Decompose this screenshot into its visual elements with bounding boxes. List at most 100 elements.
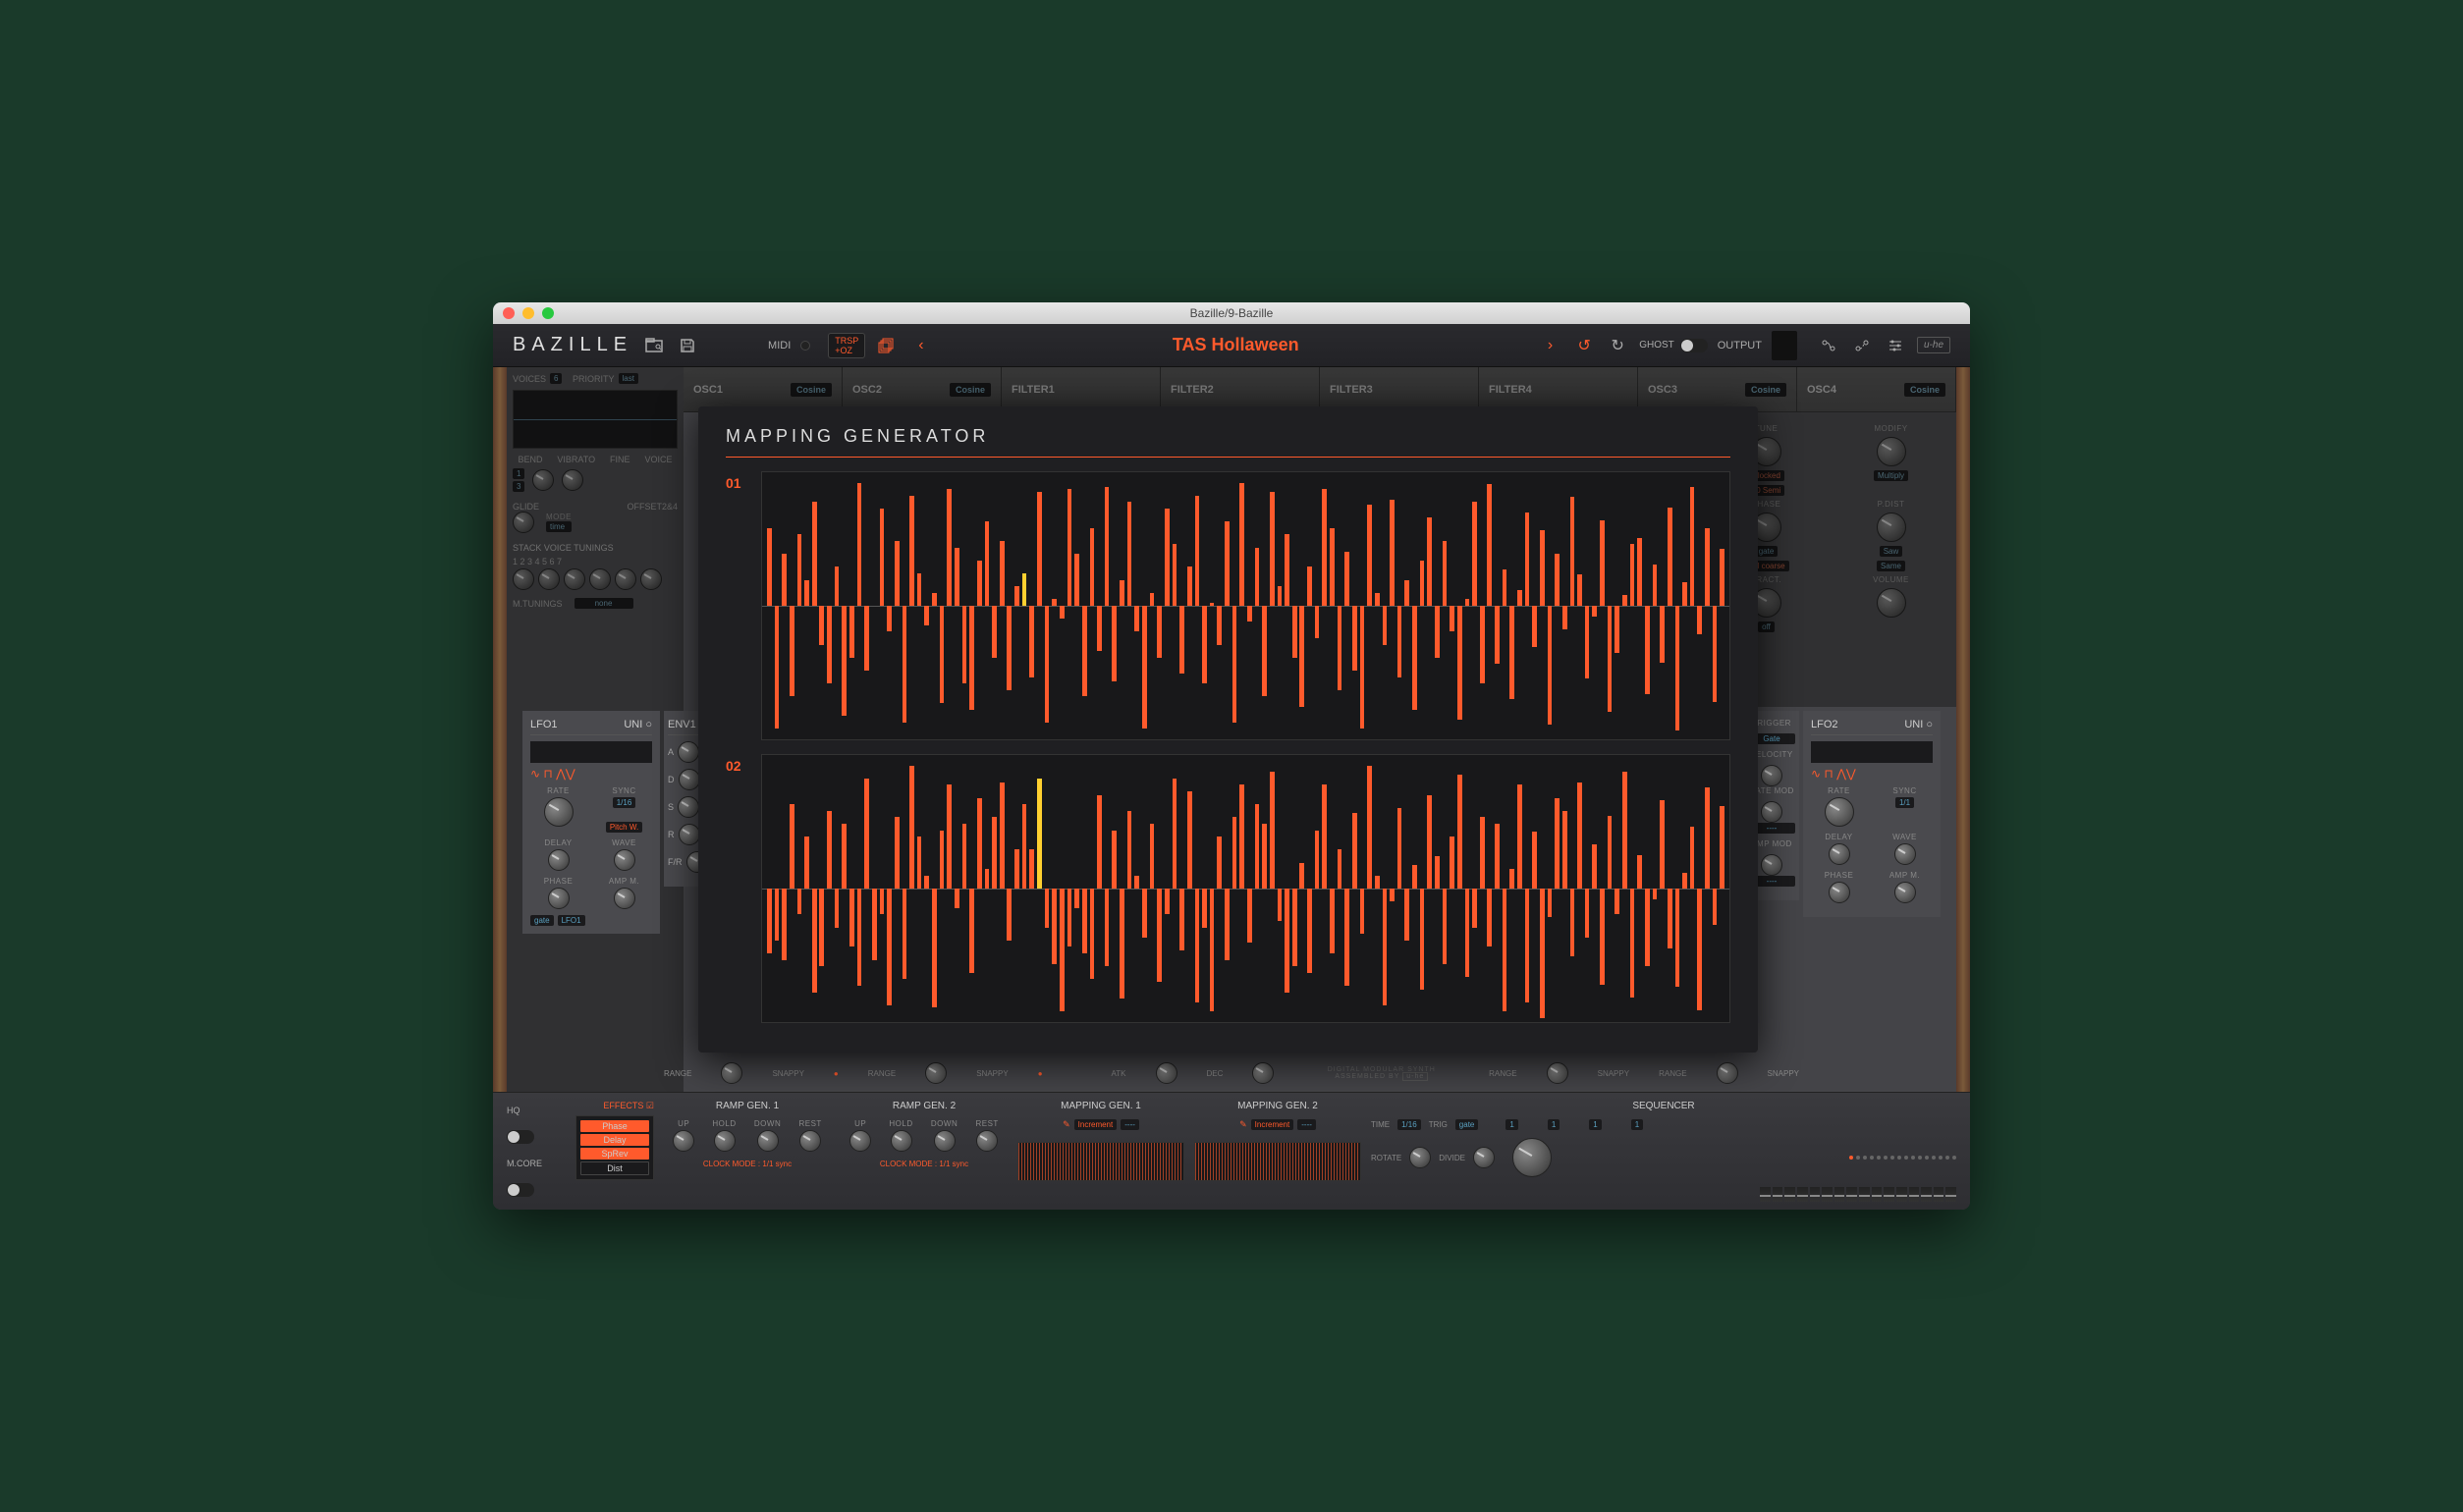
env-a-knob[interactable] xyxy=(678,741,699,763)
map-step[interactable] xyxy=(939,759,946,1018)
map-step[interactable] xyxy=(1232,759,1238,1018)
seq-rotate-knob[interactable] xyxy=(1409,1147,1431,1168)
seq-trig[interactable]: gate xyxy=(1455,1119,1479,1130)
close-window-button[interactable] xyxy=(503,307,515,319)
map-step[interactable] xyxy=(1126,476,1133,735)
map-step[interactable] xyxy=(908,759,915,1018)
map-step[interactable] xyxy=(954,759,960,1018)
map-step[interactable] xyxy=(1479,476,1486,735)
map-step[interactable] xyxy=(1059,759,1066,1018)
map-step[interactable] xyxy=(976,476,983,735)
ramp2-knobs-down[interactable] xyxy=(934,1130,956,1152)
map-step[interactable] xyxy=(1081,759,1088,1018)
map-step[interactable] xyxy=(946,759,953,1018)
map2-mode[interactable]: Increment xyxy=(1251,1119,1294,1130)
map-step[interactable] xyxy=(1449,476,1455,735)
map-step[interactable] xyxy=(1269,759,1276,1018)
map-step[interactable] xyxy=(923,759,930,1018)
map-step[interactable] xyxy=(976,759,983,1018)
ratemod-knob[interactable] xyxy=(1761,801,1782,823)
view-patch-icon[interactable] xyxy=(1817,334,1840,357)
map-step[interactable] xyxy=(1051,476,1058,735)
map-step[interactable] xyxy=(1337,759,1343,1018)
map-step[interactable] xyxy=(923,476,930,735)
map-step[interactable] xyxy=(1629,759,1636,1018)
map-step[interactable] xyxy=(1321,759,1328,1018)
map-step[interactable] xyxy=(1667,476,1673,735)
zoom-window-button[interactable] xyxy=(542,307,554,319)
map-step[interactable] xyxy=(834,759,841,1018)
preset-prev-button[interactable]: ‹ xyxy=(908,337,933,354)
map-step[interactable] xyxy=(1554,476,1560,735)
map-step[interactable] xyxy=(1704,476,1711,735)
map-step[interactable] xyxy=(1201,476,1208,735)
map-step[interactable] xyxy=(1007,759,1013,1018)
map-step[interactable] xyxy=(781,759,788,1018)
map-step[interactable] xyxy=(1141,476,1148,735)
map-step[interactable] xyxy=(1411,476,1418,735)
velocity-knob[interactable] xyxy=(1761,765,1782,786)
map-step[interactable] xyxy=(1419,759,1426,1018)
map-step[interactable] xyxy=(1141,759,1148,1018)
map-step[interactable] xyxy=(1044,476,1051,735)
map-step[interactable] xyxy=(1494,759,1501,1018)
map-step[interactable] xyxy=(1164,759,1171,1018)
map-step[interactable] xyxy=(841,476,848,735)
map-step[interactable] xyxy=(1614,476,1620,735)
map-step[interactable] xyxy=(1314,759,1321,1018)
map-step[interactable] xyxy=(796,476,803,735)
map-step[interactable] xyxy=(796,759,803,1018)
lfo2-wave-knob[interactable] xyxy=(1894,843,1916,865)
seq-sliders[interactable] xyxy=(1760,1187,1956,1202)
map-step[interactable] xyxy=(1059,476,1066,735)
map-step[interactable] xyxy=(1073,759,1080,1018)
map-step[interactable] xyxy=(1178,476,1185,735)
map-step[interactable] xyxy=(871,759,878,1018)
ramp2-knobs-up[interactable] xyxy=(849,1130,871,1152)
ramp2-clock[interactable]: 1/1 sync xyxy=(939,1160,968,1168)
seq-loop-count[interactable]: 1 xyxy=(1631,1119,1643,1130)
map-step[interactable] xyxy=(1396,476,1403,735)
osc-wave-select[interactable]: Cosine xyxy=(791,383,832,397)
map-step[interactable] xyxy=(1126,759,1133,1018)
priority-value[interactable]: last xyxy=(619,373,638,384)
map-step[interactable] xyxy=(1621,476,1628,735)
map-step[interactable] xyxy=(1111,476,1118,735)
map-step[interactable] xyxy=(1298,759,1305,1018)
map-step[interactable] xyxy=(1224,759,1231,1018)
map-step[interactable] xyxy=(1396,759,1403,1018)
map-step[interactable] xyxy=(1434,759,1441,1018)
map-step[interactable] xyxy=(1508,476,1515,735)
map-step[interactable] xyxy=(894,759,901,1018)
map-step[interactable] xyxy=(1389,476,1396,735)
env-r-knob[interactable] xyxy=(679,824,700,845)
map-step[interactable] xyxy=(1644,476,1651,735)
seq-loop-count[interactable]: 1 xyxy=(1548,1119,1560,1130)
map-step[interactable] xyxy=(1456,759,1463,1018)
map-step[interactable] xyxy=(1524,476,1531,735)
ramp2-knobs-hold[interactable] xyxy=(891,1130,912,1152)
map-step[interactable] xyxy=(961,759,968,1018)
map-step[interactable] xyxy=(1337,476,1343,735)
map1-chart[interactable] xyxy=(761,471,1730,740)
map-step[interactable] xyxy=(1636,759,1643,1018)
map-step[interactable] xyxy=(1456,476,1463,735)
view-cables-icon[interactable] xyxy=(1850,334,1874,357)
map-step[interactable] xyxy=(863,476,870,735)
map-step[interactable] xyxy=(1329,476,1336,735)
seq-step-slider[interactable] xyxy=(1834,1187,1845,1202)
seq-loop-count[interactable]: 1 xyxy=(1589,1119,1601,1130)
seq-step-slider[interactable] xyxy=(1760,1187,1771,1202)
map-step[interactable] xyxy=(1389,759,1396,1018)
map-step[interactable] xyxy=(1644,759,1651,1018)
map-step[interactable] xyxy=(1494,476,1501,735)
map-step[interactable] xyxy=(1516,476,1523,735)
map-step[interactable] xyxy=(1442,759,1449,1018)
map-step[interactable] xyxy=(1089,476,1096,735)
osc-modify-knob[interactable] xyxy=(1877,437,1906,466)
map-step[interactable] xyxy=(1487,759,1494,1018)
map-step[interactable] xyxy=(1178,759,1185,1018)
map-step[interactable] xyxy=(1343,759,1350,1018)
lfo2-ampm-knob[interactable] xyxy=(1894,882,1916,903)
map1-mini-chart[interactable] xyxy=(1017,1142,1184,1181)
